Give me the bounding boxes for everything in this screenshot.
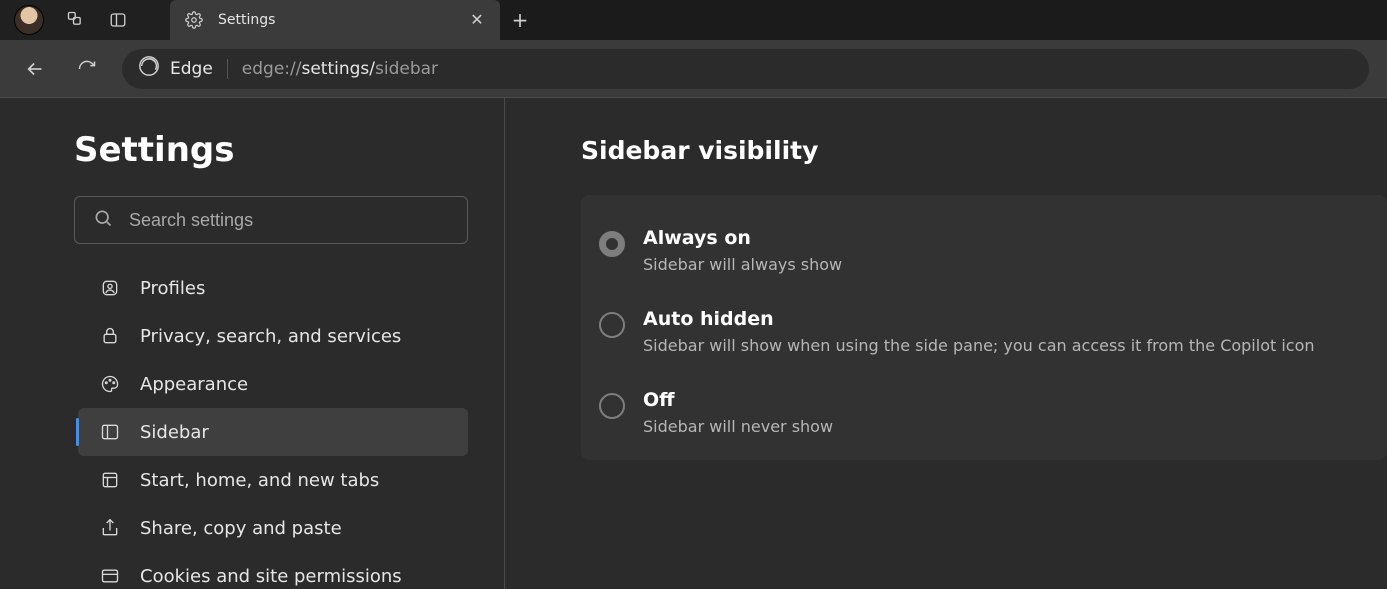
option-always-on[interactable]: Always on Sidebar will always show <box>599 217 1361 298</box>
option-label: Off <box>643 389 833 411</box>
settings-page: Settings Profiles Privacy, search, and s… <box>0 98 1387 589</box>
profile-avatar[interactable] <box>14 5 44 35</box>
address-url: edge://settings/sidebar <box>242 59 438 79</box>
tab-strip: + <box>500 0 1387 40</box>
sidebar-visibility-options: Always on Sidebar will always show Auto … <box>581 195 1387 460</box>
url-path: sidebar <box>375 59 438 79</box>
titlebar-left <box>0 0 170 40</box>
titlebar: Settings ✕ + <box>0 0 1387 40</box>
close-icon[interactable]: ✕ <box>468 12 486 28</box>
option-auto-hidden[interactable]: Auto hidden Sidebar will show when using… <box>599 298 1361 379</box>
separator <box>227 59 228 79</box>
tab-title: Settings <box>218 12 454 28</box>
radio-icon[interactable] <box>599 393 625 419</box>
site-identity[interactable]: Edge <box>138 55 213 82</box>
nav-label: Cookies and site permissions <box>140 566 402 587</box>
nav-item-share-copy[interactable]: Share, copy and paste <box>78 504 468 552</box>
nav-item-privacy[interactable]: Privacy, search, and services <box>78 312 468 360</box>
nav-item-profiles[interactable]: Profiles <box>78 264 468 312</box>
option-desc: Sidebar will never show <box>643 417 833 436</box>
back-button[interactable] <box>18 52 52 86</box>
workspaces-icon[interactable] <box>66 10 86 30</box>
section-title: Sidebar visibility <box>581 136 1387 165</box>
cookies-icon <box>100 566 120 586</box>
sidebar-icon <box>100 422 120 442</box>
option-label: Auto hidden <box>643 308 1315 330</box>
settings-main: Sidebar visibility Always on Sidebar wil… <box>505 98 1387 589</box>
option-desc: Sidebar will show when using the side pa… <box>643 336 1315 355</box>
settings-sidebar: Settings Profiles Privacy, search, and s… <box>0 98 505 589</box>
nav-label: Privacy, search, and services <box>140 326 401 347</box>
profile-icon <box>100 278 120 298</box>
radio-icon[interactable] <box>599 231 625 257</box>
tab-actions-icon[interactable] <box>108 10 128 30</box>
search-settings[interactable] <box>74 196 468 244</box>
option-label: Always on <box>643 227 842 249</box>
lock-icon <box>100 326 120 346</box>
address-bar[interactable]: Edge edge://settings/sidebar <box>122 49 1369 89</box>
url-scheme: edge:// <box>242 59 302 79</box>
option-desc: Sidebar will always show <box>643 255 842 274</box>
nav-item-appearance[interactable]: Appearance <box>78 360 468 408</box>
settings-nav-list: Profiles Privacy, search, and services A… <box>74 264 468 589</box>
toolbar: Edge edge://settings/sidebar <box>0 40 1387 98</box>
palette-icon <box>100 374 120 394</box>
option-off[interactable]: Off Sidebar will never show <box>599 379 1361 442</box>
search-input[interactable] <box>129 210 449 231</box>
edge-logo-icon <box>138 55 160 82</box>
nav-item-start-home[interactable]: Start, home, and new tabs <box>78 456 468 504</box>
radio-icon[interactable] <box>599 312 625 338</box>
nav-item-sidebar[interactable]: Sidebar <box>78 408 468 456</box>
nav-label: Sidebar <box>140 422 209 443</box>
new-tab-button[interactable]: + <box>500 8 540 32</box>
refresh-button[interactable] <box>70 52 104 86</box>
url-host: settings/ <box>301 59 375 79</box>
search-icon <box>93 208 113 233</box>
page-title: Settings <box>74 130 468 170</box>
nav-label: Appearance <box>140 374 248 395</box>
nav-label: Profiles <box>140 278 205 299</box>
site-identity-label: Edge <box>170 59 213 79</box>
nav-item-cookies[interactable]: Cookies and site permissions <box>78 552 468 589</box>
share-icon <box>100 518 120 538</box>
grid-icon <box>100 470 120 490</box>
nav-label: Share, copy and paste <box>140 518 342 539</box>
gear-icon <box>184 10 204 30</box>
browser-tab-settings[interactable]: Settings ✕ <box>170 0 500 40</box>
nav-label: Start, home, and new tabs <box>140 470 379 491</box>
